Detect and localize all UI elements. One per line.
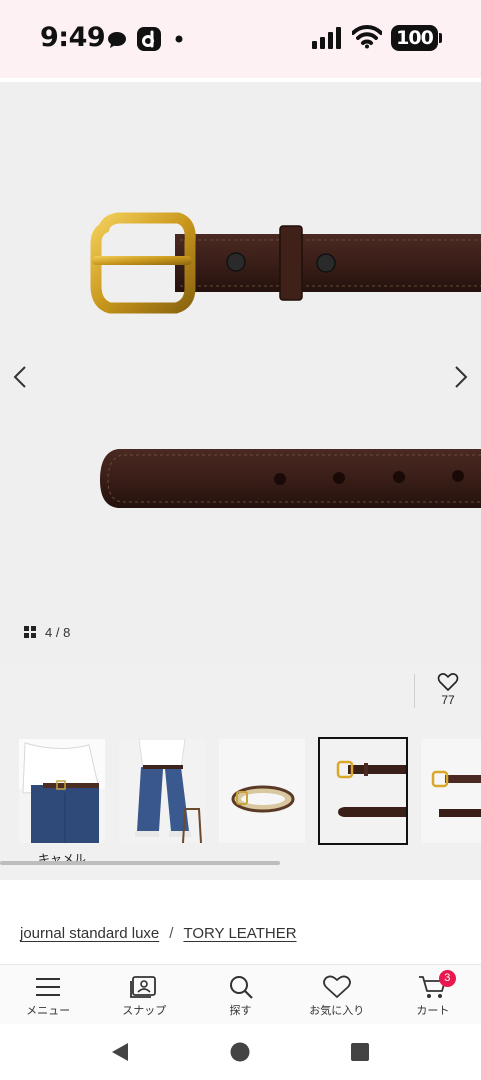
thumbnail-model-front-image — [19, 739, 105, 843]
wifi-icon — [352, 25, 382, 49]
home-icon[interactable] — [230, 1042, 250, 1062]
tab-search-label: 探す — [229, 1005, 252, 1017]
search-icon — [229, 976, 253, 999]
grid-icon — [24, 625, 36, 638]
tab-menu[interactable]: メニュー — [0, 965, 96, 1024]
thumbnail-model-side-image — [119, 739, 205, 843]
dot-icon — [175, 35, 183, 43]
chat-bubble-icon — [108, 32, 126, 48]
d-app-icon — [137, 27, 161, 51]
thumbnail-belt-brown-2[interactable] — [421, 739, 481, 843]
signal-icon — [312, 27, 341, 49]
tab-menu-label: メニュー — [26, 1005, 71, 1017]
thumbnail-belt-beige-image — [219, 739, 305, 843]
thumbnail-scrollbar[interactable] — [0, 861, 280, 865]
menu-icon — [36, 978, 61, 996]
prev-arrow-icon[interactable] — [6, 362, 36, 392]
tab-favorites-label: お気に入り — [309, 1005, 365, 1017]
image-counter[interactable]: 4 / 8 — [18, 618, 76, 646]
tab-cart-label: カート — [416, 1005, 450, 1017]
product-image-gallery[interactable]: 4 / 8 — [0, 82, 481, 662]
thumbnail-model-side[interactable] — [119, 739, 205, 843]
tab-favorites[interactable]: お気に入り — [289, 965, 385, 1024]
recents-icon[interactable] — [351, 1042, 369, 1062]
tab-snap-label: スナップ — [122, 1005, 167, 1017]
divider — [414, 674, 415, 708]
breadcrumb: journal standard luxe / TORY LEATHER — [20, 925, 297, 942]
status-time: 9:49 — [40, 22, 106, 53]
system-navigation-bar — [0, 1024, 481, 1080]
favorite-count: 77 — [441, 693, 455, 707]
heart-icon — [437, 673, 459, 691]
thumbnail-model-front[interactable] — [19, 739, 105, 843]
thumbnail-belt-beige[interactable] — [219, 739, 305, 843]
action-row: 77 — [0, 662, 481, 740]
thumbnail-strip[interactable]: キャメル — [0, 730, 481, 880]
breadcrumb-separator: / — [169, 925, 174, 942]
back-icon[interactable] — [110, 1042, 130, 1062]
image-counter-text: 4 / 8 — [45, 624, 71, 640]
heart-icon — [322, 975, 351, 998]
favorite-button[interactable]: 77 — [430, 672, 466, 707]
tab-snap[interactable]: スナップ — [96, 965, 192, 1024]
thumbnail-belt-brown[interactable] — [318, 737, 408, 845]
tab-cart[interactable]: 3 カート — [385, 965, 481, 1024]
product-image-belt — [90, 212, 481, 508]
thumbnail-belt-brown-image — [320, 739, 406, 843]
status-bar: 9:49 100 — [0, 0, 481, 78]
tab-search[interactable]: 探す — [192, 965, 288, 1024]
bottom-tab-bar: メニュー スナップ 探す お気に入り 3 カート — [0, 964, 481, 1024]
cart-badge: 3 — [438, 970, 456, 987]
breadcrumb-brand-link[interactable]: journal standard luxe — [20, 925, 159, 942]
snap-icon — [130, 976, 157, 998]
thumbnail-belt-brown-2-image — [421, 739, 481, 843]
breadcrumb-maker-link[interactable]: TORY LEATHER — [183, 925, 296, 942]
next-arrow-icon[interactable] — [445, 362, 475, 392]
battery-icon: 100 — [391, 25, 442, 51]
